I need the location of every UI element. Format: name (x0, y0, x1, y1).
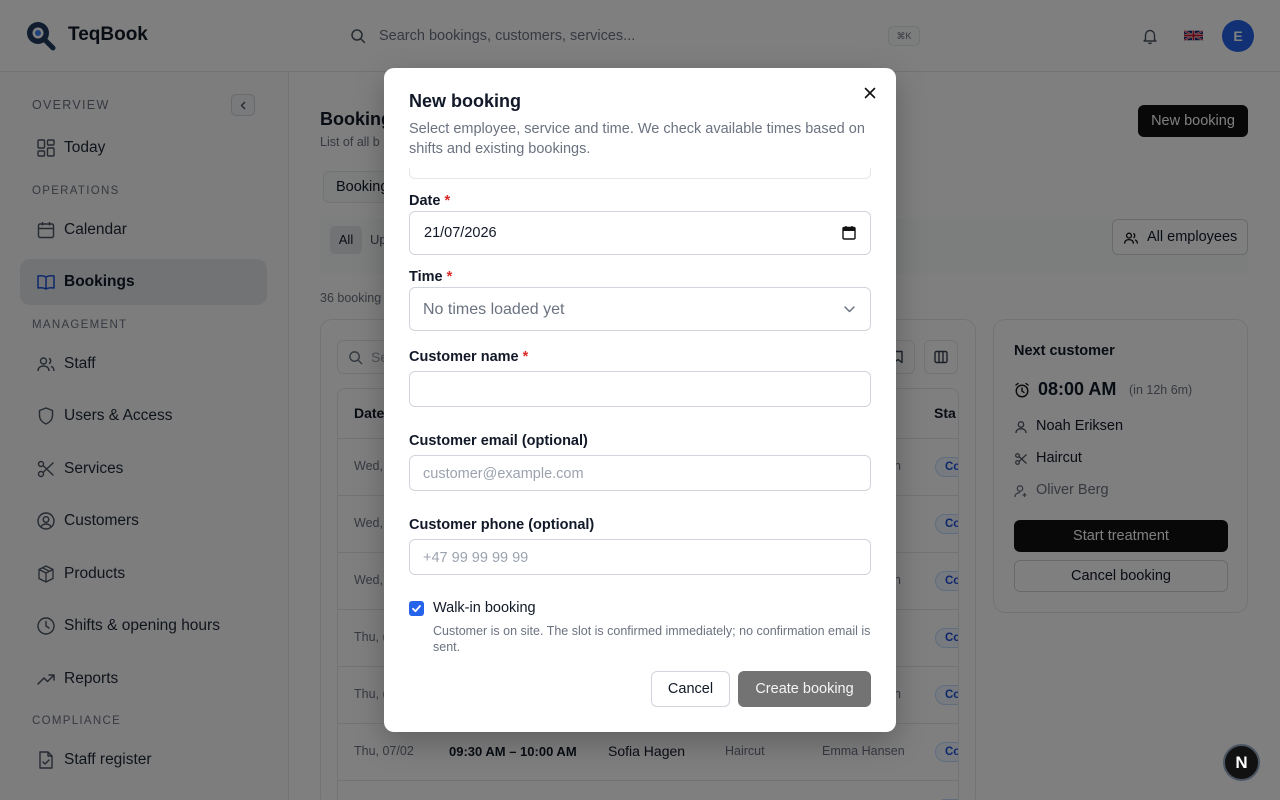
cancel-button[interactable]: Cancel (651, 671, 730, 707)
dialog-title: New booking (409, 91, 521, 111)
customer-phone-label: Customer phone (optional) (409, 517, 595, 533)
customer-email-label: Customer email (optional) (409, 433, 588, 449)
time-label: Time * (409, 269, 453, 285)
scrolled-field-edge (409, 168, 871, 179)
time-select[interactable]: No times loaded yet (409, 287, 871, 331)
customer-phone-field[interactable]: +47 99 99 99 99 (409, 539, 871, 575)
new-booking-dialog: New booking Select employee, service and… (384, 68, 896, 732)
date-label: Date * (409, 193, 451, 209)
chevron-down-icon (844, 306, 855, 313)
create-booking-button[interactable]: Create booking (738, 671, 871, 707)
dialog-description: Select employee, service and time. We ch… (409, 121, 865, 157)
close-icon[interactable] (861, 84, 879, 102)
dev-tools-badge[interactable]: N (1223, 744, 1260, 781)
customer-name-label: Customer name * (409, 349, 529, 365)
calendar-icon[interactable] (842, 225, 856, 240)
check-icon (412, 605, 421, 613)
date-value: 21/07/2026 (424, 225, 497, 241)
date-field[interactable]: 21/07/2026 (409, 211, 871, 255)
customer-email-placeholder: customer@example.com (423, 466, 584, 482)
walk-in-label[interactable]: Walk-in booking (433, 600, 536, 616)
walk-in-help: Customer is on site. The slot is confirm… (433, 624, 871, 654)
time-placeholder: No times loaded yet (423, 301, 565, 318)
customer-phone-placeholder: +47 99 99 99 99 (423, 550, 529, 566)
walk-in-checkbox[interactable] (409, 601, 424, 616)
customer-name-field[interactable] (409, 371, 871, 407)
customer-email-field[interactable]: customer@example.com (409, 455, 871, 491)
